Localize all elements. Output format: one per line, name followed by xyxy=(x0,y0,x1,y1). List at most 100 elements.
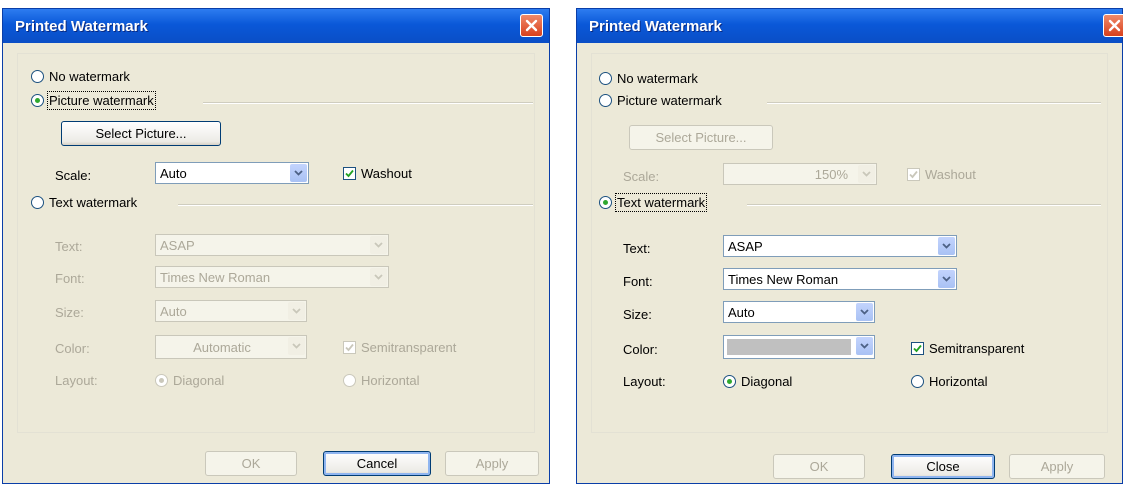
font-value: Times New Roman xyxy=(160,269,271,285)
font-select[interactable]: Times New Roman xyxy=(155,266,389,288)
close-button[interactable] xyxy=(520,14,543,37)
printed-watermark-dialog-left: Printed Watermark No watermark Picture w… xyxy=(2,8,550,484)
text-select[interactable]: ASAP xyxy=(155,234,389,256)
color-select[interactable] xyxy=(723,335,875,359)
text-watermark-radio[interactable] xyxy=(31,196,44,209)
select-picture-button[interactable]: Select Picture... xyxy=(629,125,773,150)
text-watermark-option[interactable]: Text watermark xyxy=(31,195,137,210)
text-watermark-option[interactable]: Text watermark xyxy=(599,193,708,212)
close-icon xyxy=(525,19,538,32)
printed-watermark-dialog-right: Printed Watermark No watermark Picture w… xyxy=(576,8,1123,484)
diagonal-option[interactable]: Diagonal xyxy=(155,373,224,388)
picture-watermark-option[interactable]: Picture watermark xyxy=(599,93,722,108)
checkmark-icon xyxy=(345,343,354,352)
color-select[interactable]: Automatic xyxy=(155,335,307,359)
washout-option[interactable]: Washout xyxy=(907,167,976,182)
layout-label: Layout: xyxy=(55,373,98,388)
dialog-title: Printed Watermark xyxy=(15,18,148,35)
chevron-down-icon xyxy=(860,309,869,315)
color-label: Color: xyxy=(55,341,90,356)
text-select[interactable]: ASAP xyxy=(723,235,957,257)
color-value: Automatic xyxy=(193,339,251,355)
picture-section-divider xyxy=(203,102,533,104)
ok-button[interactable]: OK xyxy=(773,454,865,479)
scale-value: 150% xyxy=(814,166,848,182)
diagonal-label: Diagonal xyxy=(173,373,225,388)
color-dropdown-button[interactable] xyxy=(856,337,873,355)
diagonal-option[interactable]: Diagonal xyxy=(723,374,792,389)
text-dropdown-button[interactable] xyxy=(938,237,955,255)
close-dialog-button[interactable]: Close xyxy=(891,454,995,479)
diagonal-radio[interactable] xyxy=(723,375,736,388)
font-select[interactable]: Times New Roman xyxy=(723,268,957,290)
horizontal-label: Horizontal xyxy=(929,374,988,389)
text-section-divider xyxy=(747,204,1101,206)
select-picture-button[interactable]: Select Picture... xyxy=(61,121,221,146)
color-label: Color: xyxy=(623,342,658,357)
chevron-down-icon xyxy=(860,343,869,349)
no-watermark-option[interactable]: No watermark xyxy=(31,69,130,84)
checkmark-icon xyxy=(913,344,922,353)
horizontal-option[interactable]: Horizontal xyxy=(911,374,988,389)
color-dropdown-button[interactable] xyxy=(288,337,305,355)
chevron-down-icon xyxy=(374,242,383,248)
picture-watermark-radio[interactable] xyxy=(599,94,612,107)
chevron-down-icon xyxy=(292,343,301,349)
picture-watermark-option[interactable]: Picture watermark xyxy=(31,91,156,110)
size-select[interactable]: Auto xyxy=(723,301,875,323)
chevron-down-icon xyxy=(942,243,951,249)
scale-select[interactable]: Auto xyxy=(155,162,309,184)
washout-label: Washout xyxy=(925,167,976,182)
scale-dropdown-button[interactable] xyxy=(290,164,307,182)
semitransparent-checkbox[interactable] xyxy=(343,341,356,354)
picture-watermark-radio[interactable] xyxy=(31,94,44,107)
size-label: Size: xyxy=(623,307,652,322)
horizontal-radio[interactable] xyxy=(343,374,356,387)
no-watermark-radio[interactable] xyxy=(31,70,44,83)
semitransparent-option[interactable]: Semitransparent xyxy=(343,340,456,355)
text-watermark-label: Text watermark xyxy=(614,193,708,212)
semitransparent-checkbox[interactable] xyxy=(911,342,924,355)
text-section-divider xyxy=(178,204,533,206)
washout-label: Washout xyxy=(361,166,412,181)
no-watermark-radio[interactable] xyxy=(599,72,612,85)
text-label: Text: xyxy=(623,241,651,256)
horizontal-radio[interactable] xyxy=(911,375,924,388)
text-value: ASAP xyxy=(728,238,763,254)
apply-button[interactable]: Apply xyxy=(445,451,539,476)
size-dropdown-button[interactable] xyxy=(856,303,873,321)
picture-watermark-label: Picture watermark xyxy=(617,93,722,108)
picture-watermark-label: Picture watermark xyxy=(47,91,156,110)
color-swatch xyxy=(727,339,851,355)
semitransparent-option[interactable]: Semitransparent xyxy=(911,341,1024,356)
text-watermark-radio[interactable] xyxy=(599,196,612,209)
title-bar[interactable]: Printed Watermark xyxy=(577,9,1123,43)
no-watermark-option[interactable]: No watermark xyxy=(599,71,698,86)
font-value: Times New Roman xyxy=(728,271,839,287)
no-watermark-label: No watermark xyxy=(617,71,698,86)
horizontal-option[interactable]: Horizontal xyxy=(343,373,420,388)
title-bar[interactable]: Printed Watermark xyxy=(3,9,549,43)
washout-checkbox[interactable] xyxy=(343,167,356,180)
text-dropdown-button[interactable] xyxy=(370,236,387,254)
cancel-button[interactable]: Cancel xyxy=(323,451,431,476)
washout-checkbox[interactable] xyxy=(907,168,920,181)
scale-dropdown-button[interactable] xyxy=(858,165,875,183)
scale-label: Scale: xyxy=(623,169,660,184)
apply-button[interactable]: Apply xyxy=(1009,454,1105,479)
ok-button[interactable]: OK xyxy=(205,451,297,476)
size-dropdown-button[interactable] xyxy=(288,302,305,320)
washout-option[interactable]: Washout xyxy=(343,166,412,181)
size-value: Auto xyxy=(160,303,187,319)
chevron-down-icon xyxy=(862,171,871,177)
picture-section-divider xyxy=(767,102,1101,104)
diagonal-radio[interactable] xyxy=(155,374,168,387)
scale-select[interactable]: 150% xyxy=(723,163,877,185)
size-select[interactable]: Auto xyxy=(155,300,307,322)
font-dropdown-button[interactable] xyxy=(370,268,387,286)
close-button[interactable] xyxy=(1103,14,1123,37)
diagonal-label: Diagonal xyxy=(741,374,793,389)
font-label: Font: xyxy=(623,274,653,289)
font-dropdown-button[interactable] xyxy=(938,270,955,288)
chevron-down-icon xyxy=(294,170,303,176)
